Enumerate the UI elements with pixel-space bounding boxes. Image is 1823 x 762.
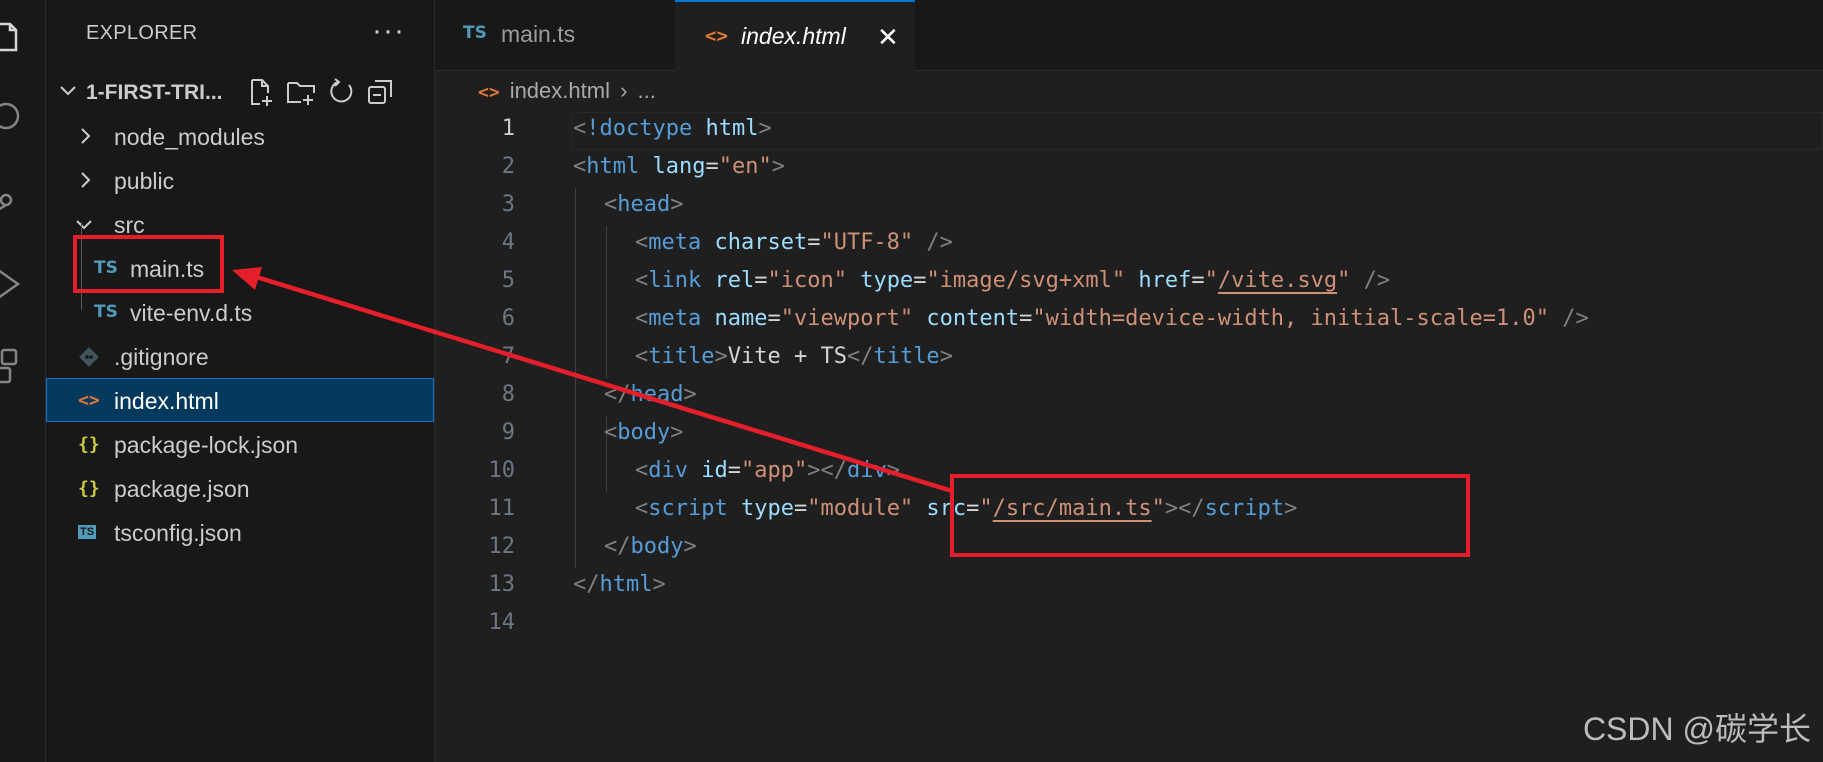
- annotation-arrow: [232, 267, 953, 494]
- watermark: CSDN @碳学长: [1582, 711, 1811, 747]
